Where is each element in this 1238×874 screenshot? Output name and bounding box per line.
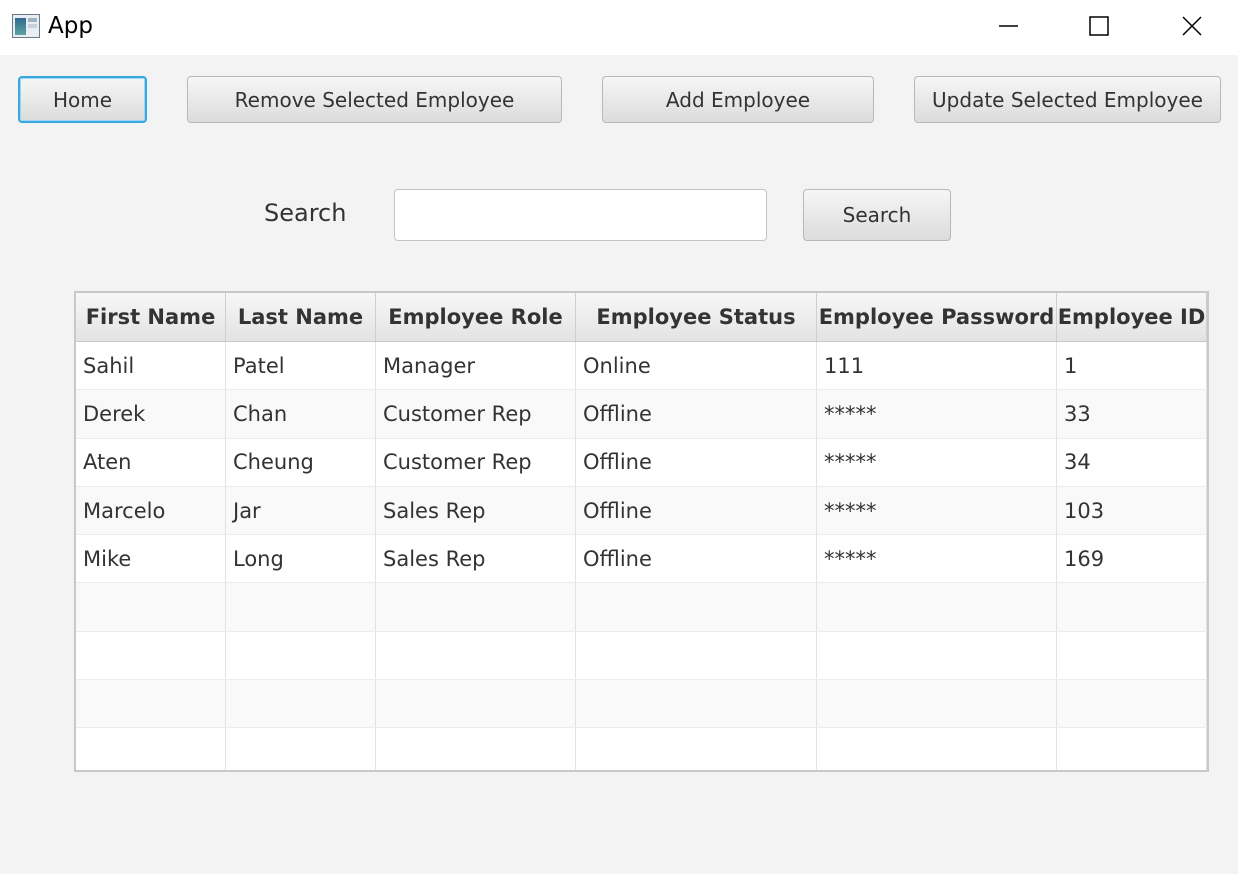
remove-selected-employee-button[interactable]: Remove Selected Employee [187,76,562,123]
empty-cell [76,680,226,728]
empty-cell [817,583,1057,631]
empty-cell [376,680,576,728]
column-header-employee-status[interactable]: Employee Status [576,293,817,341]
title-bar: App [0,0,1238,55]
cell-employee-password: ***** [817,535,1057,583]
cell-last-name: Chan [226,390,376,438]
cell-employee-password: ***** [817,390,1057,438]
cell-first-name: Marcelo [76,486,226,535]
cell-last-name: Long [226,535,376,583]
cell-first-name: Sahil [76,342,226,390]
empty-cell [576,728,817,770]
empty-cell [76,583,226,631]
table-row-empty [76,680,1207,729]
cell-employee-id: 34 [1057,438,1207,486]
table-row[interactable]: Mike Long Sales Rep Offline ***** 169 [76,535,1207,584]
column-header-employee-id[interactable]: Employee ID [1057,293,1207,341]
add-employee-button[interactable]: Add Employee [602,76,874,123]
empty-cell [817,728,1057,770]
cell-employee-status: Offline [576,390,817,438]
table-row[interactable]: Marcelo Jar Sales Rep Offline ***** 103 [76,486,1207,536]
search-button[interactable]: Search [803,189,951,241]
close-icon[interactable] [1146,0,1238,55]
empty-cell [76,728,226,770]
column-header-first-name[interactable]: First Name [76,293,226,341]
empty-cell [1057,583,1207,631]
employee-table[interactable]: First Name Last Name Employee Role Emplo… [74,291,1209,772]
empty-cell [76,631,226,680]
column-header-employee-password[interactable]: Employee Password [817,293,1057,341]
table-row-empty [76,583,1207,632]
column-header-last-name[interactable]: Last Name [226,293,376,341]
empty-cell [817,631,1057,680]
table-header: First Name Last Name Employee Role Emplo… [76,293,1207,342]
empty-cell [226,680,376,728]
cell-first-name: Mike [76,535,226,583]
table-row-empty [76,728,1207,770]
cell-last-name: Cheung [226,438,376,486]
column-header-employee-role[interactable]: Employee Role [376,293,576,341]
home-button[interactable]: Home [18,76,147,123]
cell-employee-role: Sales Rep [376,535,576,583]
empty-cell [817,680,1057,728]
cell-employee-password: ***** [817,438,1057,486]
cell-employee-status: Online [576,342,817,390]
cell-first-name: Aten [76,438,226,486]
cell-employee-password: ***** [817,486,1057,535]
empty-cell [376,631,576,680]
cell-employee-status: Offline [576,438,817,486]
empty-cell [576,631,817,680]
search-label: Search [264,199,347,227]
table-row-empty [76,631,1207,681]
empty-cell [576,680,817,728]
empty-cell [226,583,376,631]
cell-employee-id: 33 [1057,390,1207,438]
cell-employee-role: Customer Rep [376,438,576,486]
table-row[interactable]: Sahil Patel Manager Online 111 1 [76,342,1207,391]
empty-cell [376,728,576,770]
cell-employee-role: Customer Rep [376,390,576,438]
cell-employee-id: 1 [1057,342,1207,390]
cell-last-name: Jar [226,486,376,535]
cell-employee-status: Offline [576,486,817,535]
empty-cell [576,583,817,631]
empty-cell [1057,631,1207,680]
cell-employee-id: 103 [1057,486,1207,535]
empty-cell [226,631,376,680]
app-window-icon [12,14,40,38]
cell-employee-role: Sales Rep [376,486,576,535]
cell-employee-id: 169 [1057,535,1207,583]
window-title: App [48,13,93,39]
search-input[interactable] [394,189,767,241]
minimize-icon[interactable] [962,0,1054,55]
cell-employee-status: Offline [576,535,817,583]
table-row[interactable]: Derek Chan Customer Rep Offline ***** 33 [76,390,1207,439]
cell-employee-password: 111 [817,342,1057,390]
maximize-icon[interactable] [1054,0,1146,55]
empty-cell [1057,728,1207,770]
table-row[interactable]: Aten Cheung Customer Rep Offline ***** 3… [76,438,1207,487]
empty-cell [1057,680,1207,728]
empty-cell [226,728,376,770]
cell-employee-role: Manager [376,342,576,390]
empty-cell [376,583,576,631]
table-body: Sahil Patel Manager Online 111 1 Derek C… [76,342,1207,770]
update-selected-employee-button[interactable]: Update Selected Employee [914,76,1221,123]
cell-first-name: Derek [76,390,226,438]
cell-last-name: Patel [226,342,376,390]
